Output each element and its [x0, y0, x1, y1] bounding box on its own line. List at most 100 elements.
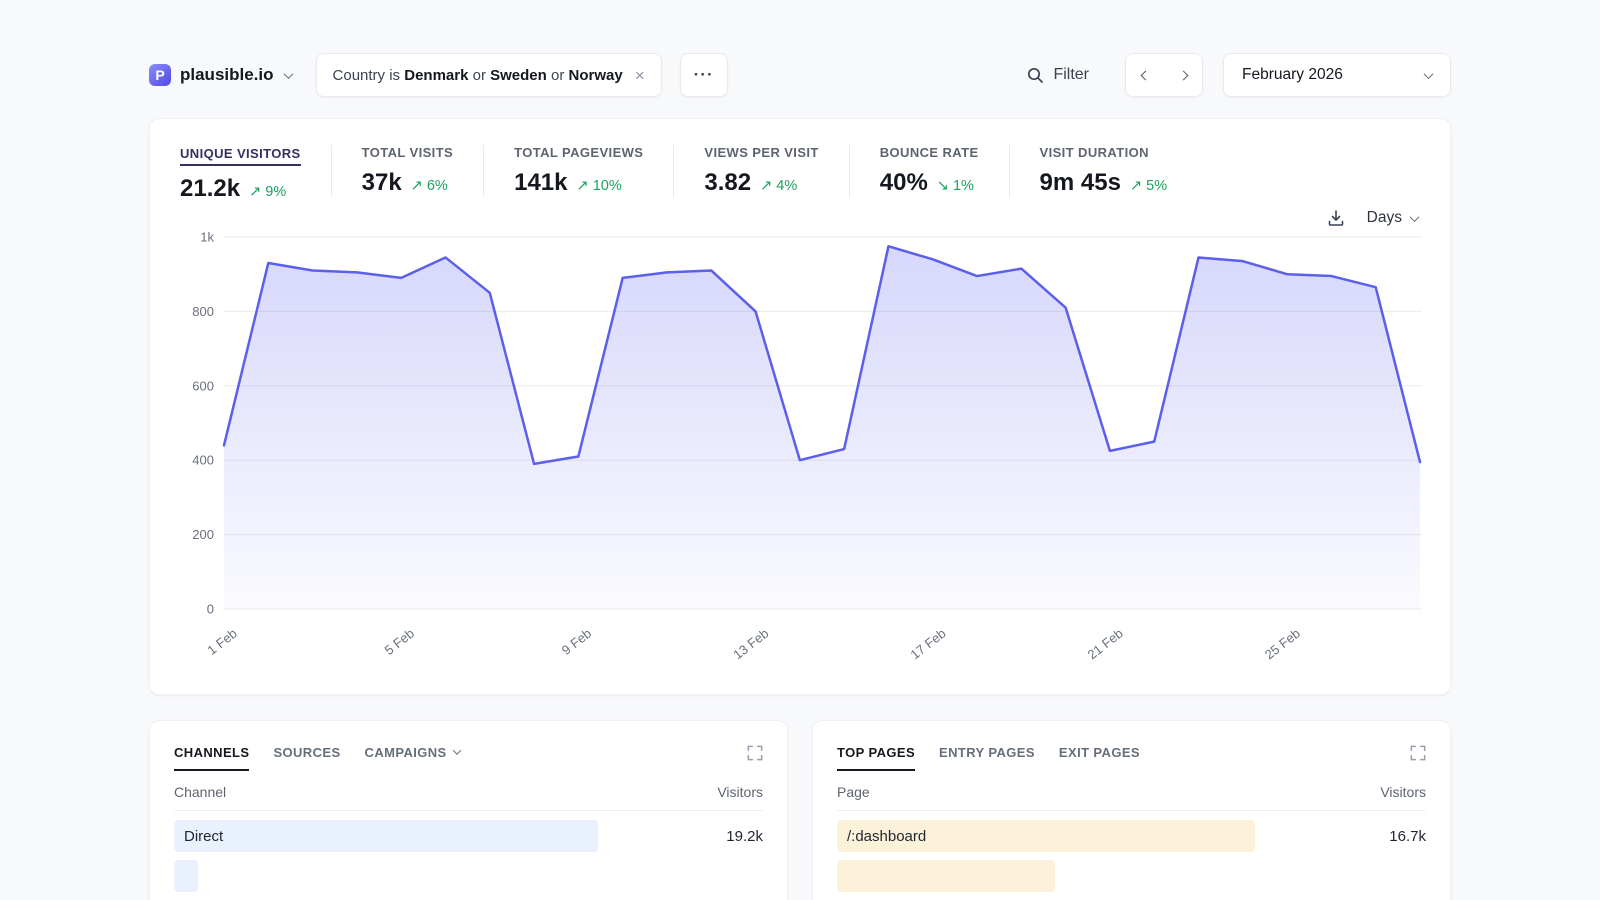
download-icon[interactable] — [1327, 209, 1345, 227]
stat-change: ↗ 4% — [760, 178, 797, 194]
filter-chip-country-3: Norway — [569, 67, 623, 84]
plausible-logo-icon: P — [149, 64, 171, 86]
trend-up-icon: ↗ — [577, 178, 589, 194]
channels-columns: Channel Visitors — [174, 784, 763, 811]
row-value: 19.2k — [726, 828, 763, 845]
row-label[interactable]: /:dashboard — [837, 828, 926, 845]
stat-views-per-visit[interactable]: VIEWS PER VISIT 3.82 ↗ 4% — [673, 145, 848, 197]
svg-text:800: 800 — [192, 304, 214, 319]
column-dim: Channel — [174, 784, 226, 800]
tab-channels[interactable]: CHANNELS — [174, 745, 249, 771]
site-name: plausible.io — [180, 65, 274, 85]
svg-text:5 Feb: 5 Feb — [382, 626, 417, 658]
site-switcher[interactable]: P plausible.io — [149, 64, 292, 86]
row-bar — [174, 820, 598, 852]
chevron-left-icon — [1140, 70, 1150, 80]
column-metric: Visitors — [1380, 784, 1426, 800]
stat-visit-duration[interactable]: VISIT DURATION 9m 45s ↗ 5% — [1009, 145, 1198, 197]
date-nav — [1125, 53, 1203, 97]
stat-label: VISIT DURATION — [1040, 145, 1168, 160]
tab-campaigns[interactable]: CAMPAIGNS — [365, 745, 460, 769]
trend-up-icon: ↗ — [1130, 178, 1142, 194]
interval-label: Days — [1367, 209, 1402, 227]
table-row[interactable] — [837, 860, 1426, 892]
expand-icon[interactable] — [747, 745, 763, 761]
table-row[interactable]: /:dashboard 16.7k — [837, 820, 1426, 852]
stat-label: TOTAL VISITS — [362, 145, 453, 160]
channels-panel: CHANNELS SOURCES CAMPAIGNS Channel Visit… — [149, 720, 788, 900]
prev-period-button[interactable] — [1126, 54, 1164, 96]
svg-text:1 Feb: 1 Feb — [204, 626, 239, 658]
row-label[interactable]: Direct — [174, 828, 223, 845]
stat-value: 21.2k — [180, 175, 240, 203]
stat-total-pageviews[interactable]: TOTAL PAGEVIEWS 141k ↗ 10% — [483, 145, 673, 197]
chevron-down-icon — [452, 746, 460, 754]
trend-up-icon: ↗ — [760, 178, 772, 194]
trend-up-icon: ↗ — [411, 178, 423, 194]
top-bar: P plausible.io Country is Denmark or Swe… — [149, 53, 1451, 97]
svg-text:200: 200 — [192, 527, 214, 542]
stat-change: ↘ 1% — [937, 178, 974, 194]
svg-text:25 Feb: 25 Feb — [1262, 626, 1303, 663]
date-range-select[interactable]: February 2026 — [1223, 53, 1451, 97]
stat-bounce-rate[interactable]: BOUNCE RATE 40% ↘ 1% — [849, 145, 1009, 197]
next-period-button[interactable] — [1164, 54, 1202, 96]
visitors-chart[interactable]: 02004006008001k1 Feb5 Feb9 Feb13 Feb17 F… — [180, 227, 1422, 673]
stat-value: 40% — [880, 169, 928, 197]
svg-text:9 Feb: 9 Feb — [559, 626, 594, 658]
table-row[interactable]: Direct 19.2k — [174, 820, 763, 852]
filter-chip-text: Country is — [333, 67, 405, 84]
tab-top-pages[interactable]: TOP PAGES — [837, 745, 915, 771]
pages-columns: Page Visitors — [837, 784, 1426, 811]
search-icon — [1027, 67, 1044, 84]
date-range-label: February 2026 — [1242, 66, 1343, 84]
dashboard: P plausible.io Country is Denmark or Swe… — [149, 0, 1451, 900]
table-row[interactable] — [174, 860, 763, 892]
filter-chip-text: or — [547, 67, 569, 84]
chart-area: 02004006008001k1 Feb5 Feb9 Feb13 Feb17 F… — [180, 227, 1420, 673]
svg-text:600: 600 — [192, 378, 214, 393]
stat-change: ↗ 10% — [577, 178, 622, 194]
chevron-down-icon — [1424, 69, 1434, 79]
chevron-down-icon — [1410, 212, 1420, 222]
pages-tabs: TOP PAGES ENTRY PAGES EXIT PAGES — [837, 745, 1426, 771]
interval-select[interactable]: Days — [1367, 209, 1418, 227]
expand-icon[interactable] — [1410, 745, 1426, 761]
country-filter-chip[interactable]: Country is Denmark or Sweden or Norway × — [316, 53, 662, 97]
svg-text:13 Feb: 13 Feb — [730, 626, 771, 663]
stat-value: 3.82 — [704, 169, 751, 197]
row-bar — [837, 860, 1055, 892]
filter-chip-text: or — [468, 67, 490, 84]
chart-controls: Days — [180, 209, 1420, 227]
tab-exit-pages[interactable]: EXIT PAGES — [1059, 745, 1140, 769]
stat-label: TOTAL PAGEVIEWS — [514, 145, 643, 160]
svg-text:1k: 1k — [200, 230, 214, 245]
filter-button[interactable]: Filter — [1027, 66, 1089, 84]
stat-change: ↗ 6% — [411, 178, 448, 194]
filter-chip-country-1: Denmark — [404, 67, 468, 84]
trend-down-icon: ↘ — [937, 178, 949, 194]
stat-change: ↗ 9% — [249, 184, 286, 200]
channels-rows: Direct 19.2k — [174, 820, 763, 892]
stat-total-visits[interactable]: TOTAL VISITS 37k ↗ 6% — [331, 145, 483, 197]
svg-text:21 Feb: 21 Feb — [1085, 626, 1126, 663]
stat-label: BOUNCE RATE — [880, 145, 979, 160]
chevron-right-icon — [1178, 70, 1188, 80]
main-analytics-card: UNIQUE VISITORS 21.2k ↗ 9% TOTAL VISITS … — [149, 118, 1451, 695]
stat-change: ↗ 5% — [1130, 178, 1167, 194]
stat-unique-visitors[interactable]: UNIQUE VISITORS 21.2k ↗ 9% — [180, 145, 331, 203]
stat-value: 37k — [362, 169, 402, 197]
filter-button-label: Filter — [1053, 66, 1089, 84]
tab-entry-pages[interactable]: ENTRY PAGES — [939, 745, 1035, 769]
column-dim: Page — [837, 784, 870, 800]
remove-filter-icon[interactable]: × — [635, 67, 645, 84]
stat-label: UNIQUE VISITORS — [180, 146, 301, 166]
stat-value: 141k — [514, 169, 567, 197]
chevron-down-icon — [283, 69, 293, 79]
tab-sources[interactable]: SOURCES — [273, 745, 340, 769]
column-metric: Visitors — [717, 784, 763, 800]
more-filters-button[interactable]: ··· — [680, 53, 728, 97]
svg-text:17 Feb: 17 Feb — [907, 626, 948, 663]
row-bar — [174, 860, 198, 892]
pages-panel: TOP PAGES ENTRY PAGES EXIT PAGES Page Vi… — [812, 720, 1451, 900]
